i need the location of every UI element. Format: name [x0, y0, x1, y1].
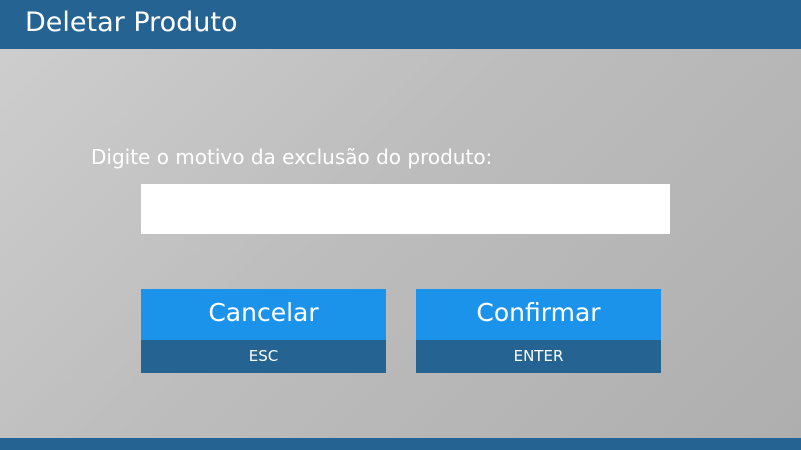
title-bar: Deletar Produto: [0, 0, 801, 49]
delete-product-dialog: Deletar Produto Digite o motivo da exclu…: [0, 0, 801, 450]
page-title: Deletar Produto: [25, 7, 238, 38]
cancel-shortcut-hint: ESC: [141, 340, 386, 373]
confirm-button[interactable]: Confirmar ENTER: [416, 289, 661, 373]
reason-prompt-label: Digite o motivo da exclusão do produto:: [91, 145, 493, 169]
footer-bar: [0, 438, 801, 450]
reason-input[interactable]: [141, 184, 670, 234]
confirm-button-label: Confirmar: [416, 289, 661, 340]
cancel-button-label: Cancelar: [141, 289, 386, 340]
cancel-button[interactable]: Cancelar ESC: [141, 289, 386, 373]
confirm-shortcut-hint: ENTER: [416, 340, 661, 373]
